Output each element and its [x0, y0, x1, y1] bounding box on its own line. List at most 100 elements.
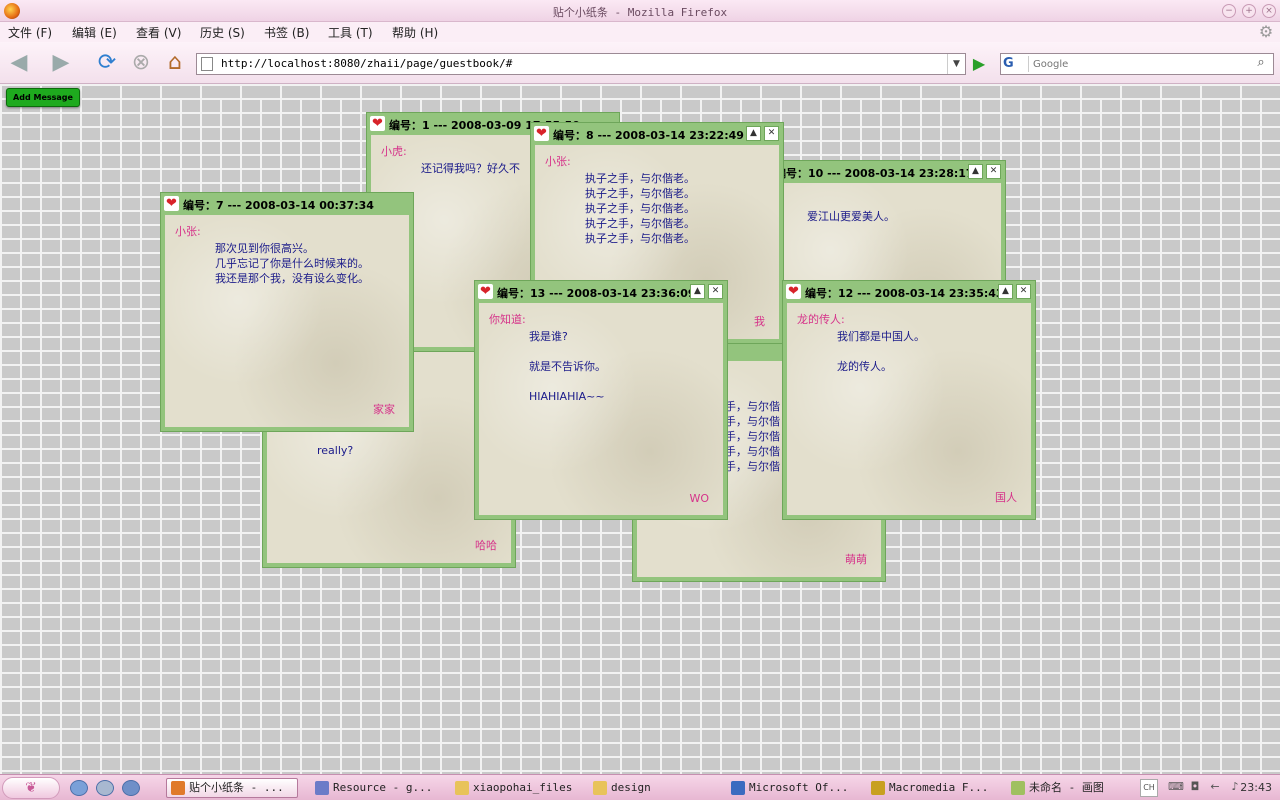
home-button[interactable]: ⌂	[162, 50, 188, 76]
note-title: 编号：13 --- 2008-03-14 23:36:09	[497, 287, 696, 300]
forward-button[interactable]: ▶	[46, 50, 76, 76]
menu-bar: 文件 (F) 编辑 (E) 查看 (V) 历史 (S) 书签 (B) 工具 (T…	[0, 22, 1280, 42]
taskbar: ❦ 贴个小纸条 - ... Resource - g... xiaopohai_…	[0, 774, 1280, 800]
search-box[interactable]: G ⌕	[1000, 53, 1274, 75]
close-note-button[interactable]: ✕	[1016, 284, 1031, 299]
minimize-note-button[interactable]: ▲	[998, 284, 1013, 299]
note-recipient: 龙的传人:	[797, 313, 845, 326]
note-card[interactable]: ❤ 编号：12 --- 2008-03-14 23:35:43 ▲ ✕ 龙的传人…	[782, 280, 1036, 520]
tray-app-icon[interactable]: ◘	[1188, 780, 1202, 794]
menu-bookmarks[interactable]: 书签 (B)	[264, 24, 309, 41]
note-recipient: 小张:	[175, 225, 201, 238]
taskbar-item-label: design	[611, 781, 651, 794]
window-title: 贴个小纸条 - Mozilla Firefox	[552, 6, 728, 19]
folder-icon	[593, 781, 607, 795]
menu-file[interactable]: 文件 (F)	[8, 24, 52, 41]
url-dropdown-icon[interactable]: ▼	[947, 54, 965, 74]
note-header[interactable]: ❤ 编号：8 --- 2008-03-14 23:22:49 ▲ ✕	[531, 123, 783, 145]
note-body: 我是谁? 就是不告诉你。 HIAHIAHIA~~	[529, 330, 606, 403]
taskbar-item-label: Microsoft Of...	[749, 781, 849, 794]
note-title: 编号：10 --- 2008-03-14 23:28:17	[775, 167, 974, 180]
note-sender: 我	[754, 315, 765, 328]
note-card[interactable]: ❤ 编号：13 --- 2008-03-14 23:36:09 ▲ ✕ 你知道:…	[474, 280, 728, 520]
url-text[interactable]: http://localhost:8080/zhaii/page/guestbo…	[221, 57, 512, 70]
note-title: 编号：12 --- 2008-03-14 23:35:43	[805, 287, 1004, 300]
quicklaunch-ie-icon[interactable]	[70, 780, 88, 796]
clock: 23:43	[1240, 781, 1272, 794]
menu-edit[interactable]: 编辑 (E)	[72, 24, 117, 41]
search-input[interactable]	[1033, 56, 1243, 72]
back-button[interactable]: ◀	[4, 50, 34, 76]
gear-icon[interactable]: ⚙	[1256, 22, 1276, 42]
keyboard-icon[interactable]: ⌨	[1168, 780, 1184, 794]
close-note-button[interactable]: ✕	[708, 284, 723, 299]
note-recipient: 你知道:	[489, 313, 526, 326]
start-button[interactable]: ❦	[2, 777, 60, 799]
note-header[interactable]: ❤ 编号：7 --- 2008-03-14 00:37:34	[161, 193, 413, 215]
add-message-button[interactable]: Add Message	[6, 88, 80, 107]
stop-button[interactable]: ⊗	[128, 50, 154, 76]
note-header[interactable]: ❤ 编号：13 --- 2008-03-14 23:36:09 ▲ ✕	[475, 281, 727, 303]
minimize-note-button[interactable]: ▲	[746, 126, 761, 141]
navigation-toolbar: ◀ ▶ ⟳ ⊗ ⌂ http://localhost:8080/zhaii/pa…	[0, 42, 1280, 84]
note-sender: 萌萌	[845, 553, 867, 566]
page-icon	[201, 57, 213, 71]
minimize-note-button[interactable]: ▲	[968, 164, 983, 179]
taskbar-item-firefox[interactable]: 贴个小纸条 - ...	[166, 778, 298, 798]
taskbar-item-xiaopohai[interactable]: xiaopohai_files	[450, 778, 580, 798]
paint-icon	[1011, 781, 1025, 795]
note-title: 编号：8 --- 2008-03-14 23:22:49	[553, 129, 744, 142]
note-sender: 家家	[373, 403, 395, 416]
note-recipient: 小虎:	[381, 145, 407, 158]
taskbar-item-label: 贴个小纸条 - ...	[189, 781, 284, 794]
taskbar-item-office[interactable]: Microsoft Of...	[726, 778, 856, 798]
minimize-note-button[interactable]: ▲	[690, 284, 705, 299]
menu-view[interactable]: 查看 (V)	[136, 24, 181, 41]
heart-icon: ❤	[164, 196, 179, 211]
close-note-button[interactable]: ✕	[986, 164, 1001, 179]
flash-icon	[871, 781, 885, 795]
guestbook-wall: Add Message ❤ 编号：1 --- 2008-03-09 17:55:…	[0, 84, 1280, 774]
note-body: 爱江山更爱美人。	[807, 210, 895, 223]
menu-help[interactable]: 帮助 (H)	[392, 24, 438, 41]
note-paper: 龙的传人: 我们都是中国人。 龙的传人。 国人	[787, 303, 1031, 515]
heart-icon: ❤	[478, 284, 493, 299]
taskbar-item-design[interactable]: design	[588, 778, 718, 798]
ime-indicator[interactable]: CH	[1140, 779, 1158, 797]
folder-icon	[455, 781, 469, 795]
close-window-button[interactable]: ×	[1262, 4, 1276, 18]
close-note-button[interactable]: ✕	[764, 126, 779, 141]
note-title: 编号：7 --- 2008-03-14 00:37:34	[183, 199, 374, 212]
taskbar-item-label: Macromedia F...	[889, 781, 989, 794]
quicklaunch-firefox-icon[interactable]	[96, 780, 114, 796]
heart-icon: ❤	[534, 126, 549, 141]
arrow-left-icon[interactable]: ←	[1208, 780, 1222, 794]
menu-history[interactable]: 历史 (S)	[200, 24, 245, 41]
office-icon	[731, 781, 745, 795]
quicklaunch-desktop-icon[interactable]	[122, 780, 140, 796]
reload-button[interactable]: ⟳	[94, 50, 120, 76]
title-bar: 贴个小纸条 - Mozilla Firefox − + ×	[0, 0, 1280, 22]
eclipse-icon	[315, 781, 329, 795]
taskbar-item-macromedia[interactable]: Macromedia F...	[866, 778, 996, 798]
search-icon[interactable]: ⌕	[1251, 55, 1271, 73]
note-header[interactable]: ❤ 编号：12 --- 2008-03-14 23:35:43 ▲ ✕	[783, 281, 1035, 303]
taskbar-item-resource[interactable]: Resource - g...	[310, 778, 440, 798]
note-body: 那次见到你很高兴。 几乎忘记了你是什么时候来的。 我还是那个我，没有设么变化。	[215, 242, 369, 285]
taskbar-item-label: Resource - g...	[333, 781, 433, 794]
search-engine-icon[interactable]: G	[1003, 56, 1029, 72]
note-recipient: 小张:	[545, 155, 571, 168]
heart-icon: ❤	[786, 284, 801, 299]
minimize-button[interactable]: −	[1222, 4, 1236, 18]
note-card[interactable]: ❤ 编号：7 --- 2008-03-14 00:37:34 小张: 那次见到你…	[160, 192, 414, 432]
menu-tools[interactable]: 工具 (T)	[328, 24, 373, 41]
note-header[interactable]: ❤ 编号：10 --- 2008-03-14 23:28:17 ▲ ✕	[753, 161, 1005, 183]
go-button[interactable]: ▶	[968, 53, 990, 75]
url-bar[interactable]: http://localhost:8080/zhaii/page/guestbo…	[196, 53, 966, 75]
note-sender: WO	[689, 492, 709, 505]
maximize-button[interactable]: +	[1242, 4, 1256, 18]
taskbar-item-paint[interactable]: 未命名 - 画图	[1006, 778, 1134, 798]
note-body: 执子之手，与尔偕老。 执子之手，与尔偕老。 执子之手，与尔偕老。 执子之手，与尔…	[585, 172, 695, 245]
system-tray: CH ⌨ ◘ ← ♪ 23:43	[1138, 775, 1280, 800]
taskbar-item-label: xiaopohai_files	[473, 781, 573, 794]
